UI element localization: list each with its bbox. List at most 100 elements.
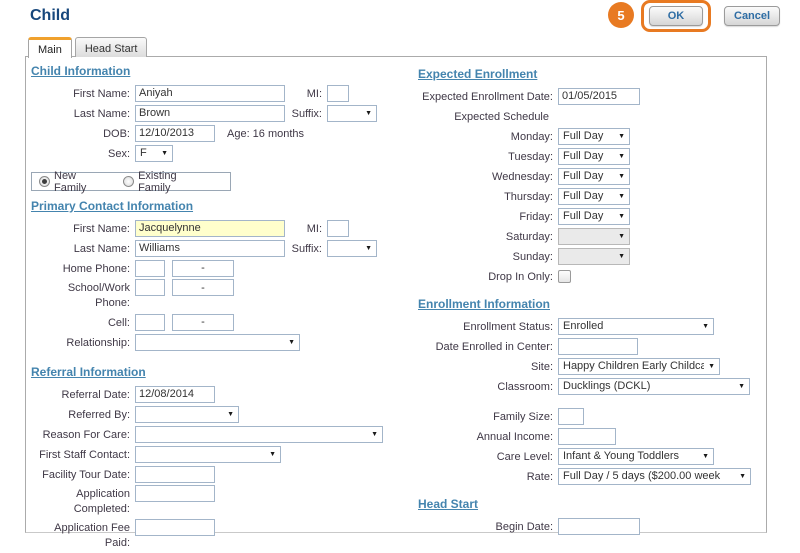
school-work-phone-area-input[interactable] (135, 279, 165, 296)
dropdown-arrow-icon: ▼ (618, 233, 625, 240)
contact-mi-input[interactable] (327, 220, 349, 237)
dropdown-arrow-icon: ▼ (269, 451, 276, 458)
step-badge: 5 (608, 2, 634, 28)
date-enrolled-input[interactable] (558, 338, 638, 355)
school-work-phone-row: School/Work Phone: (27, 279, 415, 311)
school-work-phone-number-input[interactable] (172, 279, 234, 296)
friday-row: Friday: Full Day ▼ (406, 207, 764, 225)
child-dob-label: DOB: (27, 125, 135, 142)
dropdown-arrow-icon: ▼ (618, 193, 625, 200)
cell-phone-area-input[interactable] (135, 314, 165, 331)
relationship-select[interactable]: ▼ (135, 334, 300, 351)
facility-tour-date-input[interactable] (135, 466, 215, 483)
child-last-name-row: Last Name: Suffix: ▼ (27, 104, 415, 122)
thursday-label: Thursday: (406, 188, 558, 205)
child-last-name-label: Last Name: (27, 105, 135, 122)
new-family-label: New Family (54, 170, 109, 194)
sunday-select[interactable]: ▼ (558, 248, 630, 265)
home-phone-label: Home Phone: (27, 260, 135, 277)
dropdown-arrow-icon: ▼ (365, 110, 372, 117)
enrollment-status-value: Enrolled (563, 320, 698, 332)
dropdown-arrow-icon: ▼ (371, 431, 378, 438)
enrollment-status-label: Enrollment Status: (406, 318, 558, 335)
care-level-select[interactable]: Infant & Young Toddlers ▼ (558, 448, 714, 465)
site-row: Site: Happy Children Early Childcare ▼ (406, 357, 764, 375)
child-suffix-select[interactable]: ▼ (327, 105, 377, 122)
child-first-name-input[interactable] (135, 85, 285, 102)
thursday-row: Thursday: Full Day ▼ (406, 187, 764, 205)
first-staff-contact-select[interactable]: ▼ (135, 446, 281, 463)
section-enrollment-information: Enrollment Information (418, 297, 764, 311)
child-mi-input[interactable] (327, 85, 349, 102)
classroom-select[interactable]: Ducklings (DCKL) ▼ (558, 378, 750, 395)
family-type-group: New Family Existing Family (31, 172, 231, 191)
cell-phone-number-input[interactable] (172, 314, 234, 331)
form-panel: Child Information First Name: MI: Last N… (25, 56, 767, 533)
application-fee-paid-input[interactable] (135, 519, 215, 536)
monday-select[interactable]: Full Day ▼ (558, 128, 630, 145)
existing-family-radio[interactable] (123, 176, 134, 187)
dropdown-arrow-icon: ▼ (739, 473, 746, 480)
contact-first-name-row: First Name: MI: (27, 219, 415, 237)
cancel-button[interactable]: Cancel (724, 6, 780, 26)
dropdown-arrow-icon: ▼ (618, 153, 625, 160)
dropdown-arrow-icon: ▼ (618, 133, 625, 140)
application-completed-input[interactable] (135, 485, 215, 502)
reason-for-care-row: Reason For Care: ▼ (27, 425, 415, 443)
tab-main[interactable]: Main (28, 37, 72, 58)
section-primary-contact: Primary Contact Information (31, 199, 415, 213)
home-phone-area-input[interactable] (135, 260, 165, 277)
child-dob-input[interactable] (135, 125, 215, 142)
child-sex-select[interactable]: F ▼ (135, 145, 173, 162)
drop-in-only-checkbox[interactable] (558, 270, 571, 283)
new-family-radio[interactable] (39, 176, 50, 187)
family-size-input[interactable] (558, 408, 584, 425)
enrollment-status-select[interactable]: Enrolled ▼ (558, 318, 714, 335)
dropdown-arrow-icon: ▼ (618, 173, 625, 180)
expected-schedule-row: Expected Schedule (406, 107, 764, 125)
site-select[interactable]: Happy Children Early Childcare ▼ (558, 358, 720, 375)
reason-for-care-select[interactable]: ▼ (135, 426, 383, 443)
section-referral-information: Referral Information (31, 365, 415, 379)
dropdown-arrow-icon: ▼ (288, 339, 295, 346)
expected-enrollment-date-input[interactable] (558, 88, 640, 105)
contact-last-name-input[interactable] (135, 240, 285, 257)
thursday-value: Full Day (563, 190, 614, 202)
child-sex-value: F (140, 147, 157, 159)
application-completed-row: Application Completed: (27, 485, 415, 517)
child-last-name-input[interactable] (135, 105, 285, 122)
rate-select[interactable]: Full Day / 5 days ($200.00 week ▼ (558, 468, 751, 485)
dropdown-arrow-icon: ▼ (161, 150, 168, 157)
contact-suffix-select[interactable]: ▼ (327, 240, 377, 257)
tuesday-row: Tuesday: Full Day ▼ (406, 147, 764, 165)
dropdown-arrow-icon: ▼ (618, 253, 625, 260)
enrollment-status-row: Enrollment Status: Enrolled ▼ (406, 317, 764, 335)
application-fee-paid-row: Application Fee Paid: (27, 519, 415, 551)
tab-head-start[interactable]: Head Start (75, 37, 148, 57)
saturday-select[interactable]: ▼ (558, 228, 630, 245)
cell-phone-row: Cell: (27, 313, 415, 331)
care-level-value: Infant & Young Toddlers (563, 450, 698, 462)
tuesday-select[interactable]: Full Day ▼ (558, 148, 630, 165)
monday-value: Full Day (563, 130, 614, 142)
friday-select[interactable]: Full Day ▼ (558, 208, 630, 225)
child-mi-label: MI: (285, 85, 327, 102)
referred-by-select[interactable]: ▼ (135, 406, 239, 423)
sunday-row: Sunday: ▼ (406, 247, 764, 265)
referral-date-input[interactable] (135, 386, 215, 403)
contact-last-name-row: Last Name: Suffix: ▼ (27, 239, 415, 257)
child-suffix-label: Suffix: (285, 105, 327, 122)
expected-schedule-label: Expected Schedule (406, 108, 558, 125)
dropdown-arrow-icon: ▼ (702, 453, 709, 460)
contact-first-name-input[interactable] (135, 220, 285, 237)
saturday-label: Saturday: (406, 228, 558, 245)
ok-button[interactable]: OK (649, 6, 703, 26)
existing-family-label: Existing Family (138, 170, 209, 194)
rate-value: Full Day / 5 days ($200.00 week (563, 470, 735, 482)
begin-date-input[interactable] (558, 518, 640, 535)
reason-for-care-label: Reason For Care: (27, 426, 135, 443)
home-phone-number-input[interactable] (172, 260, 234, 277)
wednesday-select[interactable]: Full Day ▼ (558, 168, 630, 185)
thursday-select[interactable]: Full Day ▼ (558, 188, 630, 205)
annual-income-input[interactable] (558, 428, 616, 445)
